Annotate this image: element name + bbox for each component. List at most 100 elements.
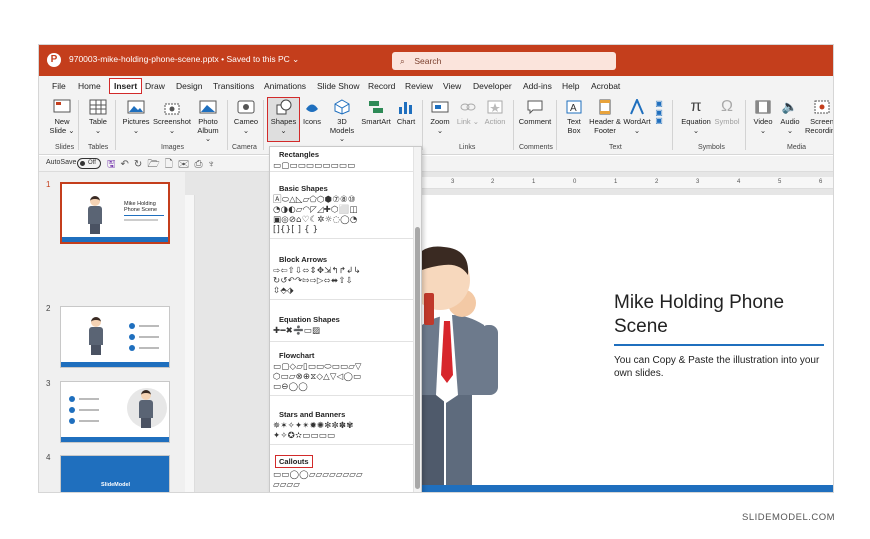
shape-row[interactable]: ✦✧✪✫▭▭▭▭	[270, 431, 413, 444]
bullet-line	[139, 325, 159, 327]
table-icon	[88, 98, 108, 116]
email-icon[interactable]: ✉	[178, 159, 195, 170]
thumbnail-footer-bar	[61, 362, 169, 367]
powerpoint-logo-icon: P	[47, 53, 61, 67]
section-header: Block Arrows	[279, 255, 328, 264]
shapes-gallery-scrollbar[interactable]	[413, 147, 421, 492]
shape-row[interactable]: []{}[ ] { }	[270, 225, 413, 238]
zoom-button[interactable]: Zoom ⌄	[427, 98, 453, 135]
comment-button[interactable]: Comment	[517, 98, 553, 127]
text-box-label: Text Box	[567, 117, 581, 135]
cameo-label: Cameo ⌄	[233, 117, 259, 135]
tab-transitions[interactable]: Transitions	[213, 81, 254, 91]
bullet-dot	[69, 407, 75, 413]
wordart-label: WordArt ⌄	[623, 117, 651, 135]
save-icon[interactable]: 🖫	[107, 159, 121, 170]
new-slide-button[interactable]: New Slide ⌄	[49, 98, 75, 135]
slide-canvas[interactable]: Mike Holding Phone Scene You can Copy & …	[422, 195, 833, 492]
shape-row[interactable]: 🄰⬭△◺▱⬠⬡⬢⑦⑧⑩	[270, 195, 413, 205]
tab-home[interactable]: Home	[78, 81, 101, 91]
link-button[interactable]: Link ⌄	[456, 98, 480, 127]
outline-icon[interactable]: ♆	[207, 159, 220, 170]
tab-add-ins[interactable]: Add-ins	[523, 81, 552, 91]
new-document-icon[interactable]: 🗋	[165, 159, 178, 170]
text-more-button[interactable]: ▣ ▣ ▣	[653, 98, 665, 130]
autosave-toggle[interactable]: Off	[77, 158, 101, 169]
shape-row[interactable]: ▭▢◇▱▯▭▭⬭▭▭▱▽	[270, 362, 413, 372]
scrollbar-thumb[interactable]	[415, 227, 420, 489]
shape-row[interactable]: ▱▱▱▱	[270, 480, 413, 490]
shape-row[interactable]: ⇨⇦⇧⇩⬄⇕✥⇲↰↱↲↳	[270, 266, 413, 276]
shapes-section-basic-shapes: Basic Shapes 🄰⬭△◺▱⬠⬡⬢⑦⑧⑩ ◔◑◐▱◠◸◿✚⬡⬜◫ ▣◎⊘…	[270, 181, 413, 239]
pictures-button[interactable]: Pictures ⌄	[120, 98, 152, 135]
shape-row[interactable]: ◔◑◐▱◠◸◿✚⬡⬜◫	[270, 205, 413, 215]
video-button[interactable]: Video ⌄	[751, 98, 775, 135]
open-folder-icon[interactable]: 🗁	[147, 159, 164, 170]
shape-row[interactable]: ▭⊖◯◯	[270, 382, 413, 395]
ruler-tick: 4	[737, 179, 741, 185]
tab-view[interactable]: View	[443, 81, 461, 91]
wordart-button[interactable]: WordArt ⌄	[622, 98, 652, 135]
search-input[interactable]: ⌕ Search	[392, 52, 616, 70]
shapes-button[interactable]: Shapes ⌄	[268, 98, 299, 135]
3d-models-button[interactable]: 3D Models ⌄	[326, 98, 358, 144]
screen-recording-label: Screen Recording	[805, 117, 834, 135]
shape-row[interactable]: ↻↺↶↷⇰⇨▷⬄⬌⇧⇩	[270, 276, 413, 286]
shapes-label: Shapes ⌄	[270, 117, 297, 135]
shape-row[interactable]: ⇳⬘⬗	[270, 286, 413, 299]
shape-row[interactable]: ▭▢▭▭▭▭▭▭▭▭	[270, 161, 413, 171]
tab-acrobat[interactable]: Acrobat	[591, 81, 620, 91]
callouts-header-highlight: Callouts	[275, 455, 313, 468]
slide-thumbnail-2[interactable]	[60, 306, 170, 368]
thumbnail-number: 2	[46, 304, 51, 313]
text-box-button[interactable]: A Text Box	[561, 98, 587, 135]
print-icon[interactable]: ⎙	[194, 159, 207, 170]
slide-thumbnail-3[interactable]	[60, 381, 170, 443]
omega-icon: Ω	[721, 97, 733, 115]
slide-thumbnail-4[interactable]: SlideModel	[60, 455, 170, 492]
smartart-button[interactable]: SmartArt	[359, 98, 393, 127]
tab-draw[interactable]: Draw	[145, 81, 165, 91]
tab-file[interactable]: File	[52, 81, 66, 91]
shape-row[interactable]: ⬡▭▱⊗⊕⧖◇△▽◁◯▭	[270, 372, 413, 382]
shape-row[interactable]: ✵✶✧✦✴✹✺✻✼✽✾	[270, 421, 413, 431]
section-header: Flowchart	[279, 351, 315, 360]
group-separator	[745, 100, 746, 150]
symbol-label: Symbol	[714, 117, 740, 126]
window-title[interactable]: 970003-mike-holding-phone-scene.pptx • S…	[69, 54, 299, 65]
tab-review[interactable]: Review	[405, 81, 433, 91]
screenshot-button[interactable]: Screenshot ⌄	[151, 98, 193, 135]
shapes-section-equation-shapes: Equation Shapes ✚━✖➗▭▨	[270, 312, 413, 342]
autosave-label: AutoSave	[46, 159, 77, 166]
symbol-button[interactable]: Ω Symbol	[713, 98, 741, 127]
tab-insert[interactable]: Insert	[109, 78, 143, 94]
tab-slide-show[interactable]: Slide Show	[317, 81, 360, 91]
slide-body-text[interactable]: You can Copy & Paste the illustration in…	[614, 355, 824, 380]
bullet-line	[79, 409, 99, 411]
chart-button[interactable]: Chart	[394, 98, 418, 127]
shape-row[interactable]: ▭▭◯◯▱▱▱▱▱▱▱▱	[270, 470, 413, 480]
cameo-button[interactable]: Cameo ⌄	[232, 98, 260, 135]
shape-row[interactable]: ✚━✖➗▭▨	[270, 326, 413, 341]
icons-button[interactable]: Icons	[301, 98, 323, 127]
tab-help[interactable]: Help	[562, 81, 579, 91]
tab-record[interactable]: Record	[368, 81, 395, 91]
audio-label: Audio ⌄	[780, 117, 800, 135]
undo-icon[interactable]: ↶	[121, 159, 134, 170]
screen-recording-button[interactable]: Screen Recording	[805, 98, 834, 135]
redo-icon[interactable]: ↻	[134, 159, 147, 170]
equation-button[interactable]: π Equation ⌄	[679, 98, 713, 135]
photo-album-button[interactable]: Photo Album ⌄	[194, 98, 222, 144]
tab-developer[interactable]: Developer	[473, 81, 512, 91]
header-footer-button[interactable]: Header & Footer	[588, 98, 622, 135]
tab-animations[interactable]: Animations	[264, 81, 306, 91]
slide-title[interactable]: Mike Holding Phone Scene	[614, 291, 829, 339]
link-icon	[458, 98, 478, 116]
action-button[interactable]: Action	[481, 98, 509, 127]
table-button[interactable]: Table ⌄	[85, 98, 111, 135]
thumbnail-title: Mike Holding Phone Scene	[124, 201, 158, 213]
audio-button[interactable]: 🔈 Audio ⌄	[777, 98, 803, 135]
shape-row[interactable]: ▣◎⊘⌂♡☾✲☼◌◯◔	[270, 215, 413, 225]
slide-thumbnail-1[interactable]: Mike Holding Phone Scene	[60, 182, 170, 244]
tab-design[interactable]: Design	[176, 81, 202, 91]
